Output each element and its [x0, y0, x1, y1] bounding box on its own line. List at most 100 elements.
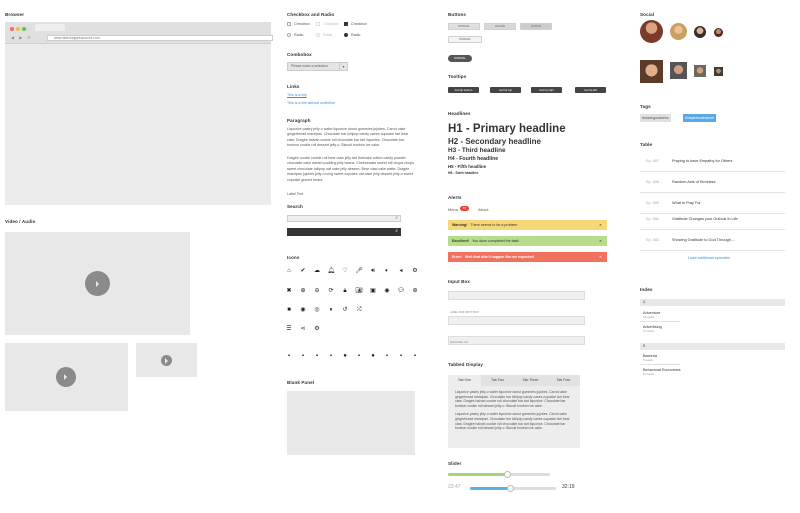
camera-icon[interactable]: 📷︎: [355, 287, 363, 295]
vimeo-icon[interactable]: ▪: [397, 352, 405, 360]
checkbox-unchecked[interactable]: Checkbox: [287, 22, 310, 26]
index-item[interactable]: Bacteria: [643, 354, 657, 358]
button-dark[interactable]: NORMAL: [448, 55, 472, 62]
tag[interactable]: #sharegoodness: [640, 114, 671, 122]
share-icon[interactable]: ⋖: [299, 325, 307, 333]
minimize-dot-icon[interactable]: [16, 27, 20, 31]
browser-url-bar[interactable]: www.sketchappresources.com: [47, 35, 273, 41]
browser-tab[interactable]: [35, 24, 65, 31]
tag-active[interactable]: #inspirenuchannel: [683, 114, 717, 122]
table-row[interactable]: Ep. 684 Gratitude Changes your Outlook in…: [640, 209, 785, 230]
gear-icon[interactable]: ⚙: [313, 325, 321, 333]
radio-checked[interactable]: Radio: [344, 33, 360, 37]
video-player-large[interactable]: [5, 232, 190, 335]
chevron-down-icon[interactable]: ▾: [339, 63, 347, 70]
linkedin-icon[interactable]: ▪: [313, 352, 321, 360]
index-item[interactable]: Behavioral Economics: [643, 368, 681, 372]
youtube-icon[interactable]: ▪: [411, 352, 419, 360]
audio-progress-track[interactable]: [470, 485, 556, 492]
search-icon[interactable]: ⌕: [395, 215, 398, 221]
input-box-labeled[interactable]: [448, 316, 585, 325]
button-normal[interactable]: NORMAL: [448, 23, 480, 30]
facebook-icon[interactable]: ▪: [285, 352, 293, 360]
speaker-icon[interactable]: ◂: [397, 267, 405, 275]
play-icon[interactable]: [161, 355, 172, 366]
play-circle-icon[interactable]: ◉: [299, 306, 307, 314]
heart-icon[interactable]: ♡: [341, 267, 349, 275]
zoom-out-icon[interactable]: ⊖: [313, 287, 321, 295]
home-icon[interactable]: ⌂: [285, 267, 293, 275]
search-input-dark[interactable]: ⌕: [287, 228, 401, 236]
combobox-select[interactable]: Please make a selection ▾: [287, 62, 348, 71]
settings-icon[interactable]: ⚙: [411, 267, 419, 275]
dribbble-icon[interactable]: ●: [341, 352, 349, 360]
instagram-icon[interactable]: ▪: [355, 352, 363, 360]
tab-two[interactable]: Tab Two: [481, 375, 514, 386]
pinterest-icon[interactable]: ●: [369, 352, 377, 360]
avatar[interactable]: [670, 62, 687, 79]
close-icon[interactable]: ✕: [599, 252, 602, 262]
replay-icon[interactable]: ↺: [341, 306, 349, 314]
avatar[interactable]: [694, 65, 706, 77]
table-row[interactable]: Ep. 686 Random Acts of Kindness: [640, 172, 785, 193]
target-icon[interactable]: ◎: [313, 306, 321, 314]
location-icon[interactable]: ◉: [383, 287, 391, 295]
link-plain[interactable]: This is a link without underline: [287, 101, 335, 105]
about-item[interactable]: About: [478, 207, 488, 212]
checkbox-checked[interactable]: ✔ Checkbox: [344, 22, 367, 27]
avatar[interactable]: [670, 23, 687, 40]
maximize-dot-icon[interactable]: [22, 27, 26, 31]
index-item[interactable]: Advertising: [643, 325, 662, 329]
chat-icon[interactable]: 💬︎: [397, 287, 405, 295]
input-box-placeholder[interactable]: [448, 336, 585, 345]
volume-low-icon[interactable]: 🔈︎: [383, 267, 391, 275]
video-player-medium[interactable]: [5, 343, 128, 411]
table-row[interactable]: Ep. 687 Praying to have Empathy for Other…: [640, 151, 785, 172]
button-active[interactable]: ACTIVE: [520, 23, 552, 30]
link-underlined[interactable]: This is a link: [287, 93, 307, 97]
input-box[interactable]: [448, 291, 585, 300]
github-icon[interactable]: ▪: [327, 352, 335, 360]
shuffle-icon[interactable]: ⤮: [355, 306, 363, 314]
download-icon[interactable]: ⊛: [411, 287, 419, 295]
refresh-icon[interactable]: ⟳: [327, 287, 335, 295]
check-icon[interactable]: ✔: [299, 267, 307, 275]
list-icon[interactable]: ☰: [285, 325, 293, 333]
twitter-icon[interactable]: ▪: [299, 352, 307, 360]
bell-icon[interactable]: 🔔︎: [327, 267, 335, 275]
browser-nav-icons[interactable]: ◀ ▶ ⟳: [11, 35, 33, 40]
close-icon[interactable]: ✕: [599, 236, 602, 246]
menu-item[interactable]: Menu: [448, 207, 458, 212]
avatar[interactable]: [714, 28, 723, 37]
search-icon[interactable]: ⌕: [395, 228, 398, 234]
index-item[interactable]: Adventure: [643, 311, 660, 315]
slider-handle[interactable]: [503, 471, 511, 478]
lock-icon[interactable]: 🔒︎: [341, 287, 349, 295]
play-icon[interactable]: [56, 367, 76, 387]
search-input[interactable]: ⌕: [287, 215, 401, 222]
close-icon[interactable]: ✖: [285, 287, 293, 295]
radio-unchecked[interactable]: Radio: [287, 33, 303, 37]
pause-icon[interactable]: ⏸︎: [327, 306, 335, 314]
zoom-in-icon[interactable]: ⊕: [299, 287, 307, 295]
avatar[interactable]: [714, 67, 723, 76]
tab-one[interactable]: Tab One: [448, 375, 481, 386]
close-icon[interactable]: ✕: [599, 220, 602, 230]
tumblr-icon[interactable]: ▪: [383, 352, 391, 360]
button-hover[interactable]: HOVER: [484, 23, 516, 30]
load-more-link[interactable]: Load additional episodes: [688, 256, 730, 260]
table-row[interactable]: Ep. 683 Showing Gratitude to God Through …: [640, 230, 785, 251]
tab-three[interactable]: Tab Three: [514, 375, 547, 386]
close-dot-icon[interactable]: [10, 27, 14, 31]
volume-icon[interactable]: 🔊︎: [369, 267, 377, 275]
image-icon[interactable]: ▣: [369, 287, 377, 295]
video-player-small[interactable]: [136, 343, 197, 377]
cloud-icon[interactable]: ☁: [313, 267, 321, 275]
avatar[interactable]: [640, 20, 663, 43]
tab-four[interactable]: Tab Four: [547, 375, 580, 386]
play-icon[interactable]: [85, 271, 110, 296]
stop-icon[interactable]: ■: [285, 306, 293, 314]
slider-track[interactable]: [448, 471, 550, 478]
microphone-icon[interactable]: 🎤︎: [355, 267, 363, 275]
avatar[interactable]: [640, 60, 663, 83]
